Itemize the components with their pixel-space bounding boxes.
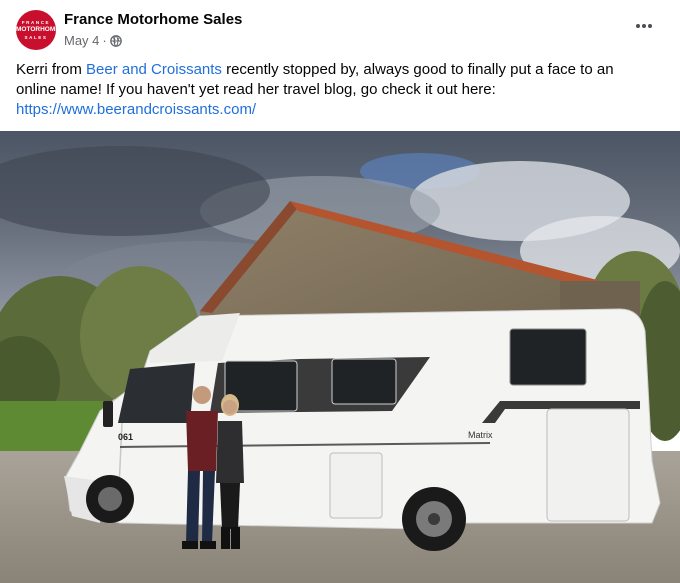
more-options-icon[interactable] (632, 14, 656, 38)
caption-text-1: Kerri from (16, 61, 87, 78)
vehicle-number: 061 (118, 432, 133, 442)
vehicle-badge: Matrix (468, 430, 493, 440)
post-photo[interactable]: Matrix 061 (0, 131, 680, 583)
post-header: FRANCE MOTORHOME SALES France Motorhome … (0, 0, 680, 60)
post-meta: May 4 · (64, 33, 122, 48)
avatar-text-middle: MOTORHOME (16, 26, 56, 33)
globe-icon[interactable] (109, 34, 122, 47)
post-date[interactable]: May 4 (64, 33, 99, 48)
facebook-post: FRANCE MOTORHOME SALES France Motorhome … (0, 0, 680, 583)
avatar-text-bottom: SALES (24, 35, 48, 40)
blog-url-link[interactable]: https://www.beerandcroissants.com/ (16, 101, 256, 118)
page-name-link[interactable]: France Motorhome Sales (64, 11, 242, 28)
post-caption: Kerri from Beer and Croissants recently … (16, 60, 656, 120)
avatar-text-top: FRANCE (21, 20, 51, 25)
blog-name-link[interactable]: Beer and Croissants (86, 61, 222, 78)
page-avatar[interactable]: FRANCE MOTORHOME SALES (16, 10, 56, 50)
meta-separator: · (102, 33, 107, 48)
